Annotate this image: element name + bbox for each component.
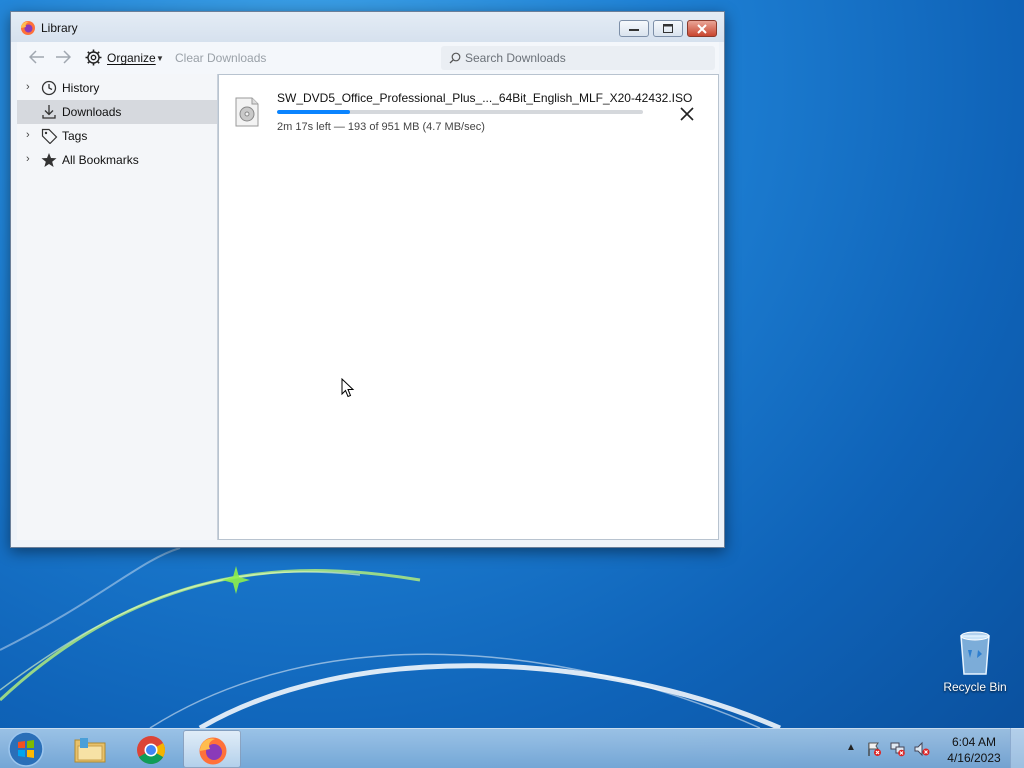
toolbar: Organize ▼ Clear Downloads bbox=[17, 42, 719, 74]
tag-icon bbox=[41, 128, 58, 144]
title-bar[interactable]: Library bbox=[11, 12, 724, 42]
chevron-right-icon[interactable]: › bbox=[26, 81, 30, 93]
network-icon[interactable] bbox=[890, 741, 906, 757]
chevron-right-icon[interactable]: › bbox=[26, 129, 30, 141]
disc-image-file-icon bbox=[235, 97, 259, 127]
taskbar-app-firefox[interactable] bbox=[183, 730, 241, 768]
system-tray: ▲ 6:04 AM 4/16/2023 bbox=[840, 729, 1024, 768]
chevron-right-icon[interactable]: › bbox=[26, 153, 30, 165]
maximize-icon bbox=[663, 24, 673, 33]
taskbar-app-google-chrome[interactable] bbox=[122, 730, 180, 768]
taskbar-app-windows-explorer[interactable] bbox=[60, 730, 118, 768]
minimize-button[interactable] bbox=[619, 20, 649, 37]
firefox-icon bbox=[21, 21, 35, 35]
taskbar: ▲ 6:04 AM 4/16/2023 bbox=[0, 728, 1024, 768]
sidebar-item-all-bookmarks[interactable]: › All Bookmarks bbox=[17, 148, 217, 172]
download-status: 2m 17s left — 193 of 951 MB (4.7 MB/sec) bbox=[277, 121, 485, 133]
download-item[interactable]: SW_DVD5_Office_Professional_Plus_..._64B… bbox=[219, 83, 718, 143]
star-icon bbox=[41, 153, 57, 167]
download-icon bbox=[42, 105, 56, 119]
clear-downloads-button[interactable]: Clear Downloads bbox=[175, 51, 266, 65]
downloads-list: SW_DVD5_Office_Professional_Plus_..._64B… bbox=[218, 74, 719, 540]
show-hidden-icons-button[interactable]: ▲ bbox=[846, 742, 856, 753]
search-input[interactable] bbox=[465, 49, 709, 67]
recycle-bin-icon bbox=[960, 631, 990, 675]
search-icon bbox=[449, 52, 461, 64]
show-desktop-button[interactable] bbox=[1010, 728, 1024, 768]
sidebar: › History Downloads › Tags › All Bookmar… bbox=[17, 74, 218, 540]
recycle-bin[interactable]: Recycle Bin bbox=[940, 628, 1010, 694]
download-progress-bar bbox=[277, 110, 643, 114]
chrome-icon bbox=[137, 736, 165, 764]
sidebar-item-label: History bbox=[62, 81, 100, 95]
forward-arrow-icon[interactable] bbox=[55, 50, 71, 64]
window-title: Library bbox=[41, 21, 78, 35]
search-box[interactable] bbox=[441, 46, 715, 70]
close-button[interactable] bbox=[687, 20, 717, 37]
sidebar-item-label: Downloads bbox=[62, 105, 122, 119]
clock-time: 6:04 AM bbox=[951, 735, 997, 749]
gear-icon bbox=[85, 49, 102, 66]
clock-icon bbox=[41, 80, 57, 96]
minimize-icon bbox=[629, 28, 639, 31]
taskbar-clock[interactable]: 6:04 AM 4/16/2023 bbox=[942, 734, 1006, 766]
start-button[interactable] bbox=[6, 730, 46, 768]
firefox-icon bbox=[199, 737, 227, 765]
folder-icon bbox=[74, 738, 106, 763]
recycle-bin-label: Recycle Bin bbox=[943, 680, 1007, 694]
action-center-flag-icon[interactable] bbox=[866, 741, 882, 757]
library-window: Library Organize ▼ Clear Downloads Searc… bbox=[10, 11, 725, 548]
cancel-download-icon[interactable] bbox=[679, 106, 695, 122]
sidebar-item-history[interactable]: › History bbox=[17, 76, 217, 100]
download-filename: SW_DVD5_Office_Professional_Plus_..._64B… bbox=[277, 91, 693, 105]
volume-muted-icon[interactable] bbox=[914, 741, 930, 757]
back-arrow-icon[interactable] bbox=[29, 50, 45, 64]
clock-date: 4/16/2023 bbox=[947, 751, 1001, 765]
sidebar-item-label: Tags bbox=[62, 129, 88, 143]
chevron-down-icon: ▼ bbox=[156, 54, 164, 63]
maximize-button[interactable] bbox=[653, 20, 683, 37]
sidebar-item-downloads[interactable]: Downloads bbox=[17, 100, 217, 124]
sidebar-item-label: All Bookmarks bbox=[62, 153, 139, 167]
download-progress-fill bbox=[277, 110, 351, 114]
mouse-cursor-icon bbox=[341, 378, 355, 398]
sidebar-item-tags[interactable]: › Tags bbox=[17, 124, 217, 148]
close-icon bbox=[697, 23, 707, 34]
organize-button[interactable]: Organize bbox=[107, 51, 156, 65]
